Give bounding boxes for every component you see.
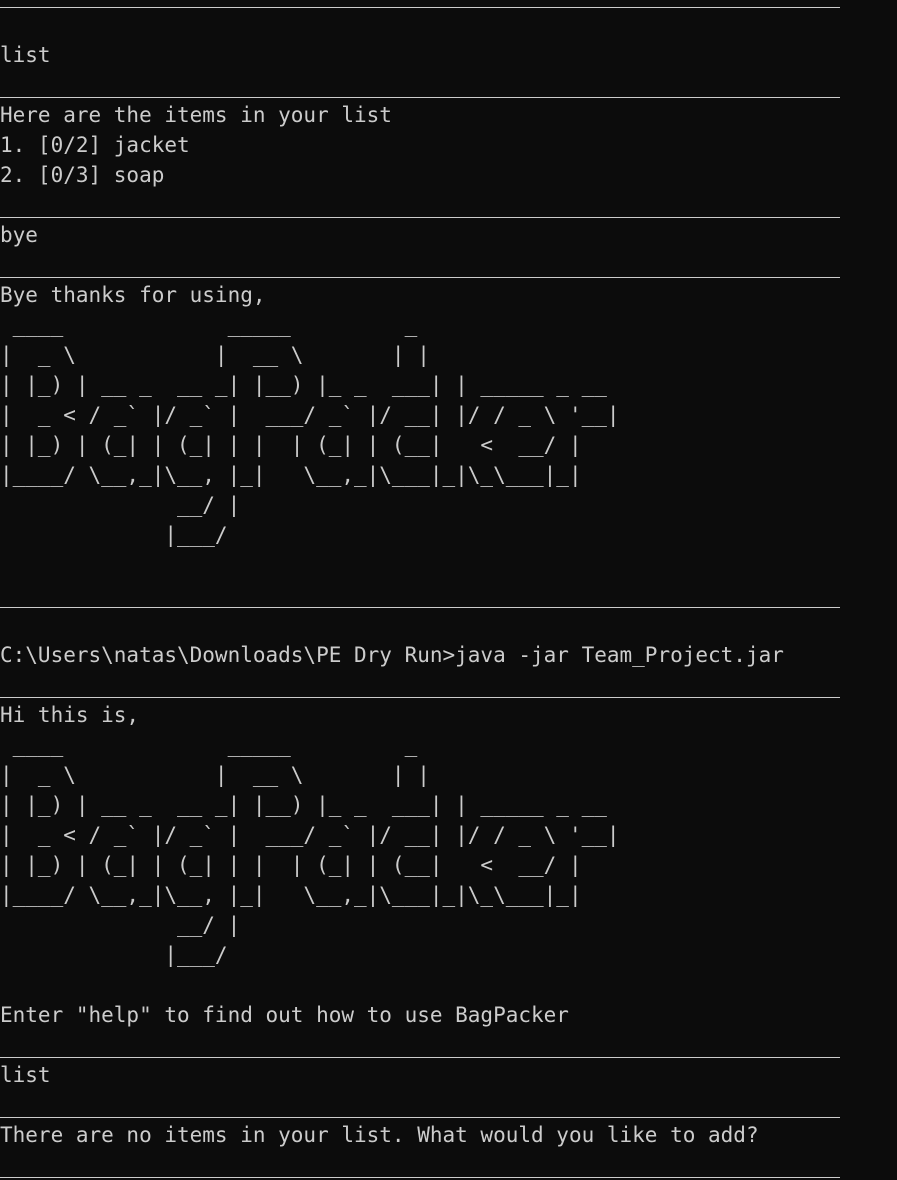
ascii-logo-line: |___/ — [0, 943, 228, 967]
separator-line — [0, 1030, 897, 1060]
ascii-logo-line: __/ | — [0, 913, 241, 937]
ascii-logo-line: | _ < / _` |/ _` | ___/ _` |/ __| |/ / _… — [0, 823, 620, 847]
separator-line — [0, 1150, 897, 1180]
output-text: Bye thanks for using, — [0, 283, 266, 307]
separator-line — [0, 250, 897, 280]
ascii-logo-line: | |_) | (_| | (_| | | | (_| | (__| < __/… — [0, 853, 582, 877]
separator-line — [0, 7, 897, 40]
separator-line — [0, 190, 897, 220]
ascii-logo-line: |___/ — [0, 523, 228, 547]
ascii-logo-line: |____/ \__,_|\__, |_| \__,_|\___|_|\_\__… — [0, 883, 582, 907]
separator-line — [0, 1090, 897, 1120]
ascii-logo-line: __/ | — [0, 493, 241, 517]
ascii-logo-line: |____/ \__,_|\__, |_| \__,_|\___|_|\_\__… — [0, 463, 582, 487]
ascii-logo-line: | |_) | (_| | (_| | | | (_| | (__| < __/… — [0, 433, 582, 457]
user-command: list — [0, 1063, 51, 1087]
list-item: 1. [0/2] jacket — [0, 133, 190, 157]
ascii-logo-line: ____ _____ _ — [0, 313, 418, 337]
ascii-logo-line: | _ \ | __ \ | | — [0, 343, 430, 367]
ascii-logo-line: | _ < / _` |/ _` | ___/ _` |/ __| |/ / _… — [0, 403, 620, 427]
separator-line — [0, 70, 897, 100]
separator-line — [0, 670, 897, 700]
ascii-logo-line: | _ \ | __ \ | | — [0, 763, 430, 787]
shell-prompt: C:\Users\natas\Downloads\PE Dry Run>java… — [0, 643, 784, 667]
ascii-logo-line: | |_) | __ _ __ _| |__) |_ _ ___| | ____… — [0, 373, 607, 397]
user-command: bye — [0, 223, 38, 247]
user-command: list — [0, 43, 51, 67]
ascii-logo-line: ____ _____ _ — [0, 733, 418, 757]
output-text: Here are the items in your list — [0, 103, 392, 127]
separator-line — [0, 580, 897, 610]
list-item: 2. [0/3] soap — [0, 163, 165, 187]
ascii-logo-line: | |_) | __ _ __ _| |__) |_ _ ___| | ____… — [0, 793, 607, 817]
output-text: Hi this is, — [0, 703, 140, 727]
output-text: Enter "help" to find out how to use BagP… — [0, 1003, 569, 1027]
terminal-output[interactable]: list Here are the items in your list 1. [0… — [0, 7, 897, 1180]
output-text: There are no items in your list. What wo… — [0, 1123, 759, 1147]
